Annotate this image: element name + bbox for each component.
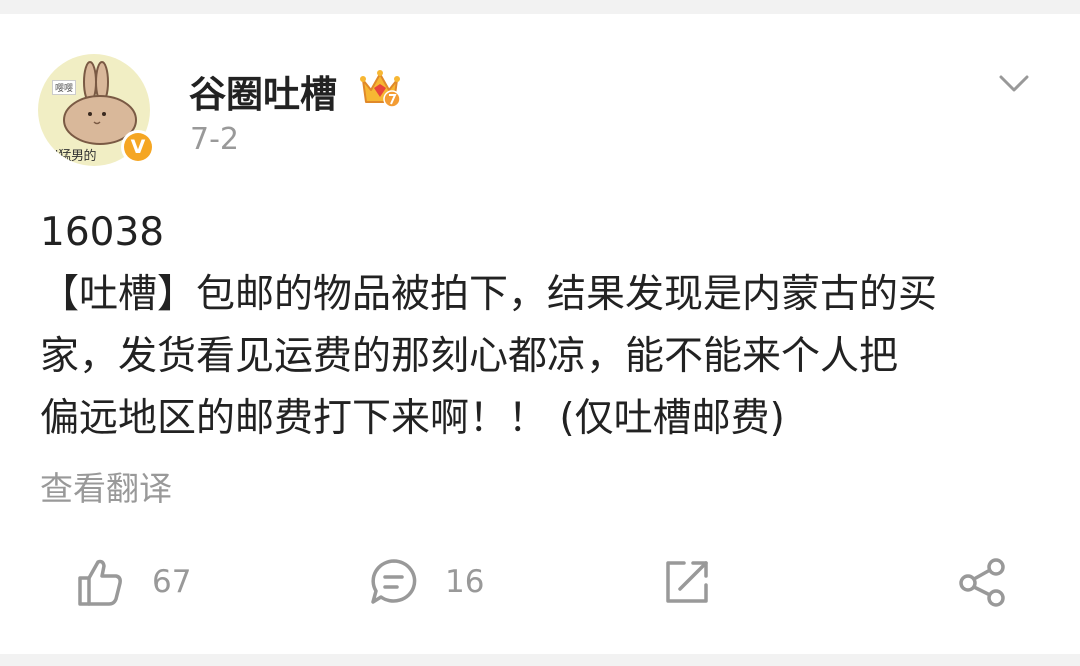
post-text-line: 偏远地区的邮费打下来啊！！ (仅吐槽邮费) [40,396,785,441]
repost-icon [666,561,708,603]
like-count: 67 [152,564,192,600]
thumbs-up-icon [78,559,122,606]
verified-badge-icon: V [121,130,155,164]
author-name[interactable]: 谷圈吐槽 [189,64,337,118]
post-text-line: 家，发货看见运费的那刻心都凉，能不能来个人把 [40,334,899,379]
comment-count: 16 [445,564,485,600]
comment-button[interactable]: 16 [369,556,489,612]
view-translation-link[interactable]: 查看翻译 [40,462,172,510]
verified-badge-label: V [124,133,152,161]
post-text: 16038 【吐槽】包邮的物品被拍下，结果发现是内蒙古的买 家，发货看见运费的那… [40,202,1040,450]
post-card: 嘤嘤 出猛男的 V 谷圈吐槽 7-2 16038 【吐槽】包邮的物品被拍下，结果… [0,14,1080,654]
avatar-tag-text: 嘤嘤 [52,80,77,95]
post-text-line: 16038 [40,210,165,255]
comment-icon [371,559,417,604]
share-button[interactable] [956,556,1008,612]
repost-button[interactable] [662,556,714,612]
chevron-down-icon[interactable] [996,68,1032,98]
crown-icon[interactable] [357,66,403,112]
share-icon [959,558,1005,607]
like-button[interactable]: 67 [76,556,206,612]
post-text-line: 【吐槽】包邮的物品被拍下，结果发现是内蒙古的买 [40,272,938,317]
post-date: 7-2 [190,122,239,157]
avatar-caption-text: 出猛男的 [46,149,97,164]
